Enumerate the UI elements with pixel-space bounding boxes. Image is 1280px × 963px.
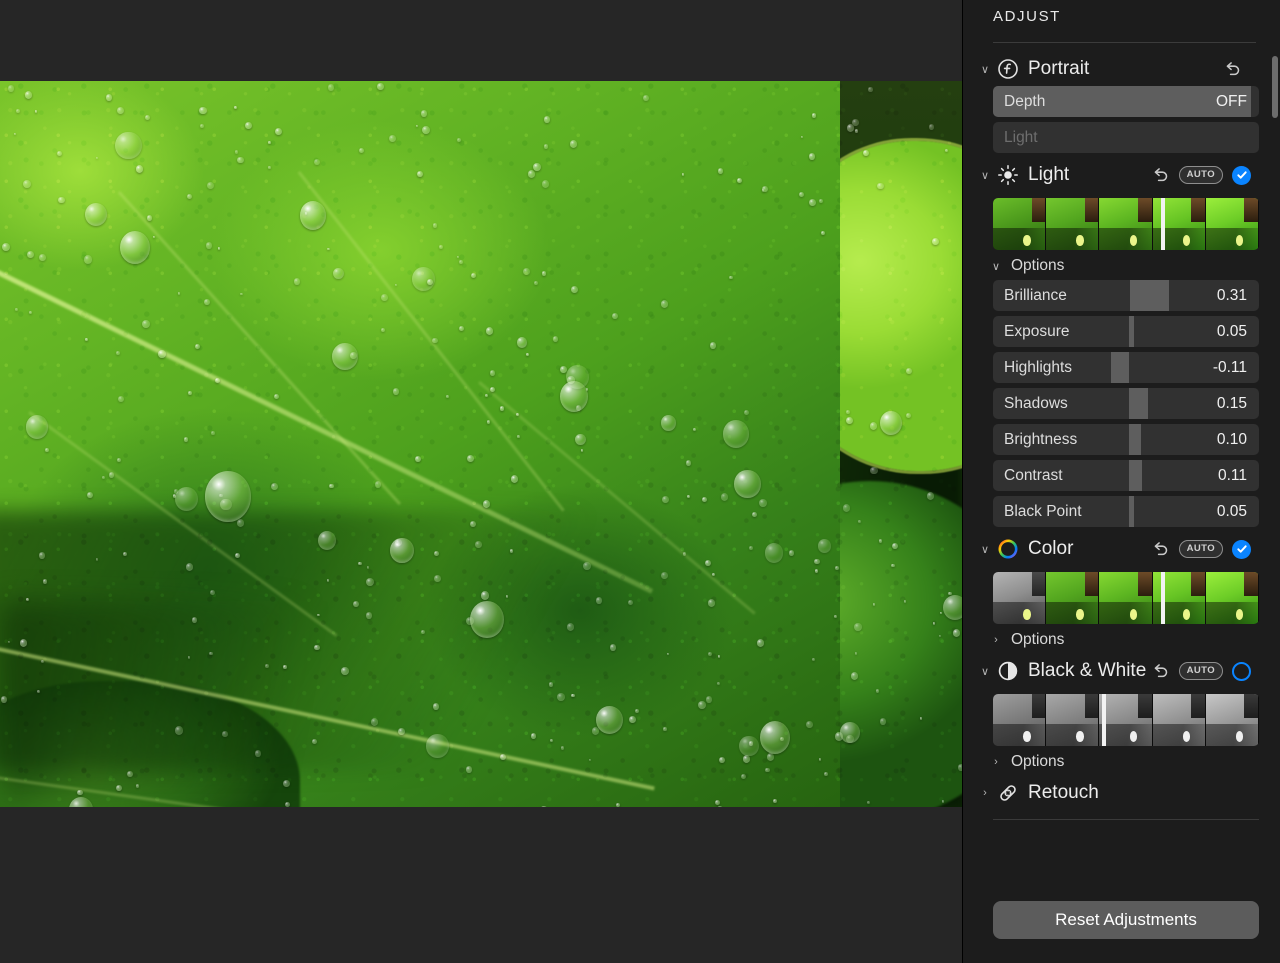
- slider-brightness[interactable]: Brightness 0.10: [993, 424, 1259, 455]
- adjust-panel: ADJUST ∨ Portrait Depth OFF Light ∨ Light A…: [962, 0, 1280, 963]
- section-label-retouch: Retouch: [1028, 782, 1099, 803]
- filmstrip-cell[interactable]: [1205, 572, 1259, 624]
- panel-scroll-area[interactable]: ∨ Portrait Depth OFF Light ∨ Light AUTO ∨ Op…: [963, 52, 1280, 862]
- revert-arrow-icon[interactable]: [1151, 661, 1171, 681]
- revert-arrow-icon[interactable]: [1223, 59, 1243, 79]
- slider-value: 0.05: [1216, 323, 1247, 340]
- filmstrip-cell[interactable]: [1152, 694, 1206, 746]
- viewer-toolbar: Portrait: [0, 807, 962, 963]
- slider-label: Black Point: [1004, 503, 1082, 520]
- enable-toggle-color[interactable]: [1232, 539, 1251, 559]
- photo-canvas[interactable]: [0, 81, 962, 807]
- color-wheel-icon: [997, 538, 1019, 560]
- chevron-right-icon[interactable]: ›: [977, 787, 993, 799]
- options-toggle-color[interactable]: › Options: [963, 626, 1280, 654]
- aperture-f-icon: [997, 58, 1019, 80]
- filmstrip-cell[interactable]: [993, 198, 1047, 250]
- options-toggle-light[interactable]: ∨ Options: [963, 252, 1280, 280]
- slider-shadows[interactable]: Shadows 0.15: [993, 388, 1259, 419]
- filmstrip-saturation[interactable]: [993, 572, 1259, 624]
- options-toggle-black-and-white[interactable]: › Options: [963, 748, 1280, 776]
- filmstrip-cell[interactable]: [1046, 572, 1100, 624]
- filmstrip-cell[interactable]: [993, 694, 1047, 746]
- filmstrip-cell[interactable]: [1205, 198, 1259, 250]
- slider-label: Exposure: [1004, 323, 1070, 340]
- enable-toggle-light[interactable]: [1232, 165, 1251, 185]
- water-droplets: [0, 81, 962, 807]
- filmstrip-color[interactable]: [993, 198, 1259, 250]
- panel-divider: [993, 42, 1256, 43]
- enable-toggle-black-and-white[interactable]: [1232, 661, 1251, 681]
- section-header-black-and-white[interactable]: ∨ Black & White AUTO: [963, 654, 1280, 688]
- filmstrip-mono[interactable]: [993, 694, 1259, 746]
- section-label-color: Color: [1028, 538, 1074, 559]
- leaf-photo: [0, 81, 962, 807]
- filmstrip-cell[interactable]: [1099, 694, 1153, 746]
- slider-value: 0.11: [1217, 467, 1247, 484]
- chevron-right-icon[interactable]: ›: [989, 756, 1003, 768]
- section-header-light[interactable]: ∨ Light AUTO: [963, 158, 1280, 192]
- slider-label: Brilliance: [1004, 287, 1067, 304]
- slider-exposure[interactable]: Exposure 0.05: [993, 316, 1259, 347]
- panel-title: ADJUST: [993, 8, 1061, 25]
- slider-value: OFF: [1216, 93, 1247, 110]
- slider-contrast[interactable]: Contrast 0.11: [993, 460, 1259, 491]
- filmstrip-cell[interactable]: [1046, 198, 1100, 250]
- chevron-right-icon[interactable]: ›: [989, 634, 1003, 646]
- slider-label: Highlights: [1004, 359, 1073, 376]
- section-label-portrait: Portrait: [1028, 58, 1090, 79]
- section-header-retouch[interactable]: › Retouch: [963, 776, 1280, 810]
- filmstrip-cell[interactable]: [1099, 198, 1153, 250]
- auto-button-color[interactable]: AUTO: [1178, 540, 1223, 558]
- revert-arrow-icon[interactable]: [1151, 165, 1171, 185]
- sun-icon: [997, 164, 1019, 186]
- slider-label: Contrast: [1004, 467, 1063, 484]
- reset-footer: Reset Adjustments: [963, 879, 1280, 963]
- filmstrip-playhead[interactable]: [1160, 572, 1165, 624]
- slider-value: 0.10: [1216, 431, 1247, 448]
- slider-label: Shadows: [1004, 395, 1068, 412]
- slider-value: 0.15: [1216, 395, 1247, 412]
- filmstrip-cell[interactable]: [1205, 694, 1259, 746]
- options-label: Options: [1011, 631, 1065, 648]
- auto-button-black-and-white[interactable]: AUTO: [1178, 662, 1223, 680]
- options-label: Options: [1011, 257, 1065, 274]
- filmstrip-cell[interactable]: [1046, 694, 1100, 746]
- slider-brilliance[interactable]: Brilliance 0.31: [993, 280, 1259, 311]
- auto-button-light[interactable]: AUTO: [1178, 166, 1223, 184]
- section-header-portrait[interactable]: ∨ Portrait: [963, 52, 1280, 86]
- chevron-down-icon[interactable]: ∨: [977, 543, 993, 556]
- options-label: Options: [1011, 753, 1065, 770]
- section-label-light: Light: [1028, 164, 1070, 185]
- slider-value: 0.05: [1216, 503, 1247, 520]
- slider-value: 0.31: [1216, 287, 1247, 304]
- filmstrip-playhead[interactable]: [1160, 198, 1165, 250]
- clipped-section-row: [993, 877, 1259, 887]
- bandage-icon: [997, 782, 1019, 804]
- chevron-down-icon[interactable]: ∨: [977, 169, 993, 182]
- slider-depth[interactable]: Depth OFF: [993, 86, 1259, 117]
- contrast-circle-icon: [997, 660, 1019, 682]
- section-divider: [993, 819, 1259, 820]
- chevron-down-icon[interactable]: ∨: [977, 665, 993, 678]
- slider-light[interactable]: Light: [993, 122, 1259, 153]
- slider-label: Light: [1004, 129, 1038, 146]
- reset-adjustments-button[interactable]: Reset Adjustments: [993, 901, 1259, 939]
- filmstrip-cell[interactable]: [1099, 572, 1153, 624]
- section-header-color[interactable]: ∨ Color AUTO: [963, 532, 1280, 566]
- photo-viewer: Portrait: [0, 0, 962, 963]
- slider-label: Depth: [1004, 93, 1046, 110]
- section-label-black-and-white: Black & White: [1028, 660, 1147, 681]
- chevron-down-icon[interactable]: ∨: [989, 260, 1003, 273]
- slider-black-point[interactable]: Black Point 0.05: [993, 496, 1259, 527]
- slider-highlights[interactable]: Highlights -0.11: [993, 352, 1259, 383]
- slider-label: Brightness: [1004, 431, 1078, 448]
- filmstrip-cell[interactable]: [993, 572, 1047, 624]
- revert-arrow-icon[interactable]: [1151, 539, 1171, 559]
- slider-value: -0.11: [1212, 359, 1247, 376]
- chevron-down-icon[interactable]: ∨: [977, 63, 993, 76]
- filmstrip-playhead[interactable]: [1102, 694, 1107, 746]
